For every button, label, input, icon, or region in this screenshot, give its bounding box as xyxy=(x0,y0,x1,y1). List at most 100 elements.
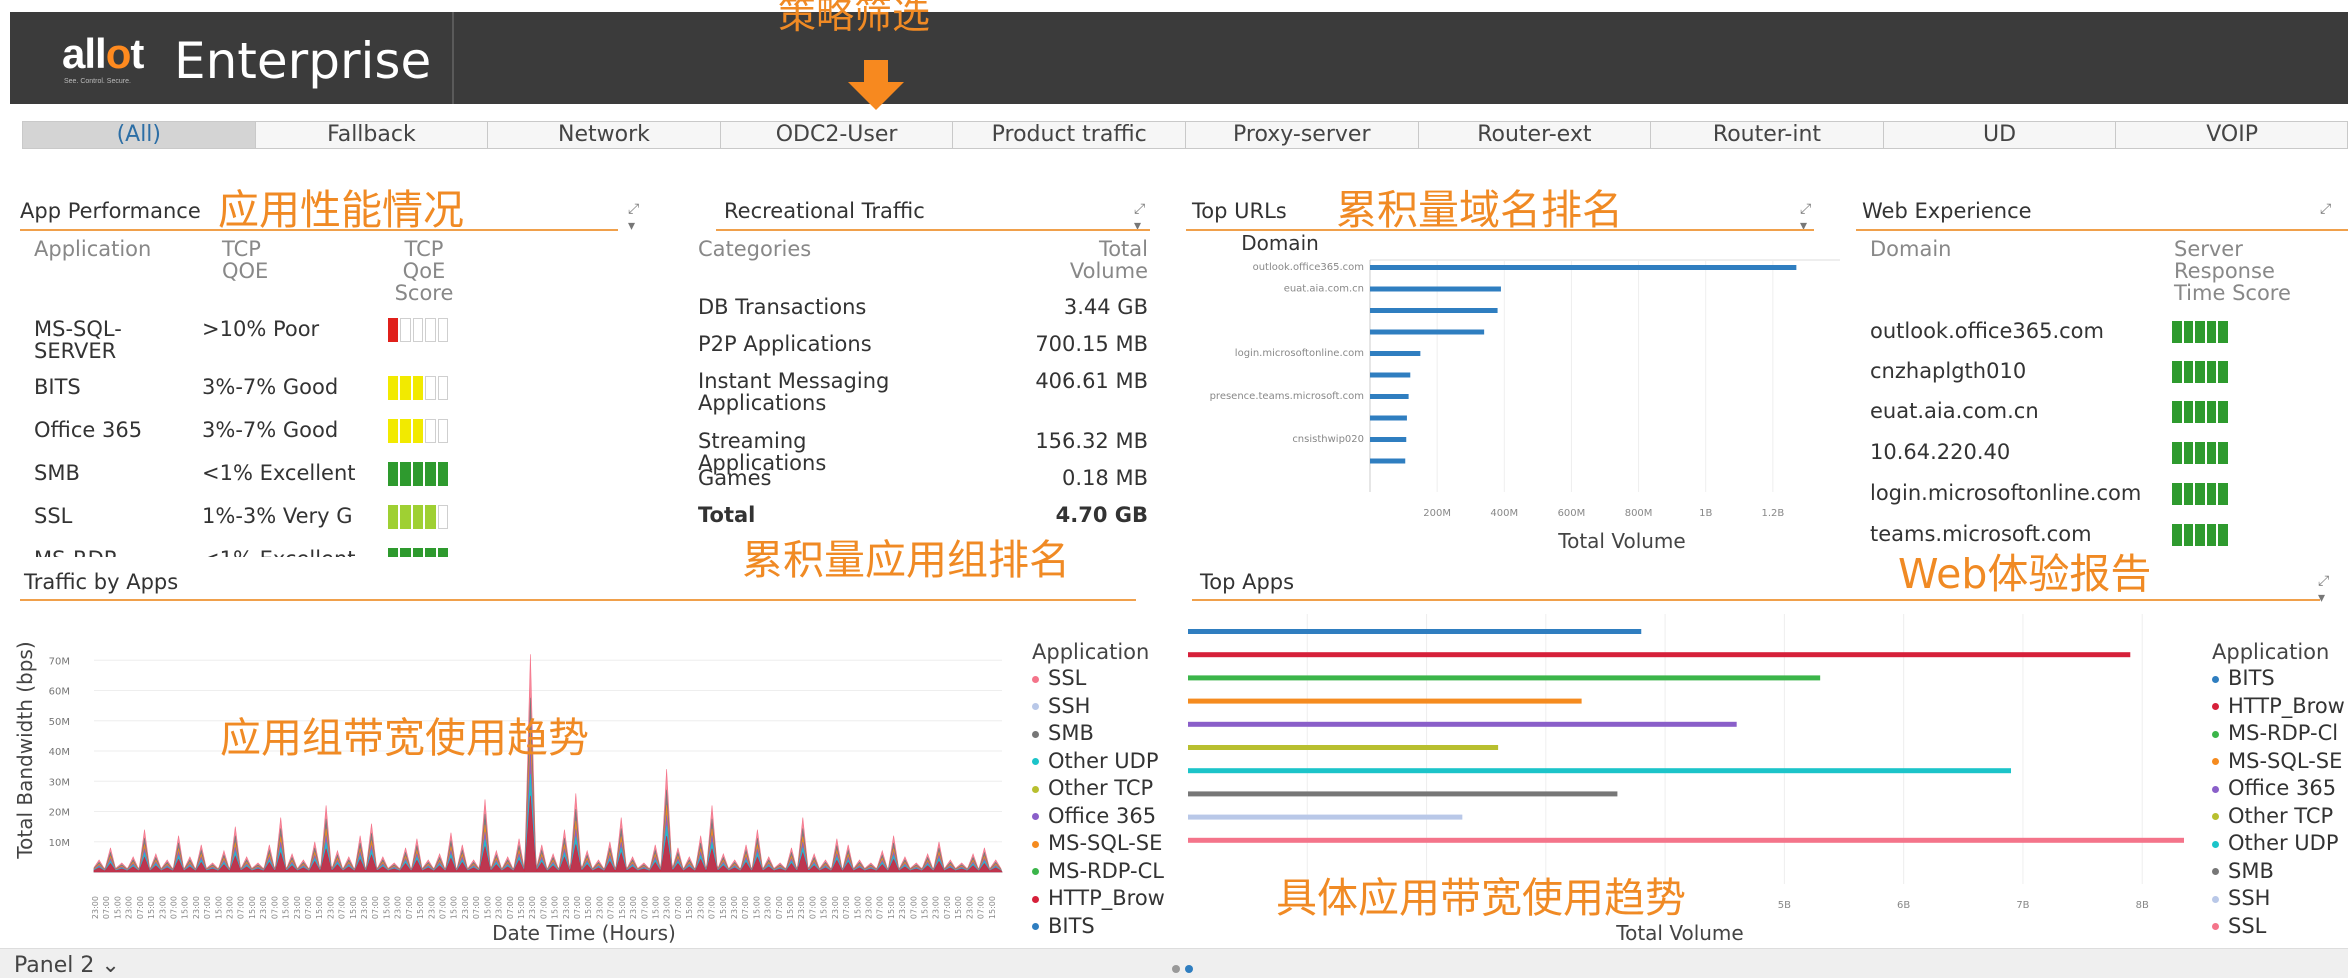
x-tick-label: 23:00 xyxy=(461,896,470,919)
x-tick-label: 07:00 xyxy=(506,896,515,919)
web-domain: cnzhaplgth010 xyxy=(1870,359,2027,383)
legend-item-other-tcp[interactable]: Other TCP xyxy=(1032,776,1174,800)
annotation-web-experience: Web体验报告 xyxy=(1898,550,2152,598)
legend-item-ms-rdp-cl[interactable]: MS-RDP-Cl xyxy=(2212,721,2348,745)
area-series xyxy=(93,773,1003,873)
legend-label: Other UDP xyxy=(1048,748,1159,773)
legend-item-other-udp[interactable]: Other UDP xyxy=(1032,749,1174,773)
x-tick-label: 07:00 xyxy=(169,896,178,919)
x-tick-label: 15:00 xyxy=(147,896,156,919)
legend-label: Office 365 xyxy=(2228,776,2337,800)
page-dot-2[interactable] xyxy=(1185,965,1193,973)
legend-item-other-udp[interactable]: Other UDP xyxy=(2212,831,2348,855)
x-tick-label: 07:00 xyxy=(439,896,448,919)
legend-item-ssl[interactable]: SSL xyxy=(1032,666,1174,690)
legend-item-ms-sql-se[interactable]: MS-SQL-SE xyxy=(2212,749,2348,773)
legend-item-smb[interactable]: SMB xyxy=(2212,859,2348,883)
legend-label: MS-SQL-SE xyxy=(2228,748,2343,773)
app-bar xyxy=(1188,675,1821,681)
legend-item-ssh[interactable]: SSH xyxy=(1032,694,1174,718)
qoe-segment xyxy=(388,548,399,557)
x-tick-label: 23:00 xyxy=(932,896,941,919)
x-tick-label: 15:00 xyxy=(887,896,896,919)
x-tick-label: 15:00 xyxy=(651,896,660,919)
x-tick-label: 07:00 xyxy=(674,896,683,919)
x-tick-label: 23:00 xyxy=(696,896,705,919)
score-segment xyxy=(2172,524,2182,546)
y-tick-label: 40M xyxy=(49,747,70,758)
qoe-segment xyxy=(412,548,424,557)
legend-label: SSH xyxy=(2228,886,2271,910)
x-tick-label: 15:00 xyxy=(248,896,257,919)
legend-item-bits[interactable]: BITS xyxy=(2212,666,2348,690)
legend-item-ms-rdp-cl[interactable]: MS-RDP-CL xyxy=(1032,859,1174,883)
legend-marker xyxy=(1032,840,1039,848)
annotation-app-group-bandwidth: 应用组带宽使用趋势 xyxy=(220,714,589,762)
x-tick-label: 15:00 xyxy=(416,896,425,919)
x-tick-label: 15:00 xyxy=(752,896,761,919)
x-tick-label: 23:00 xyxy=(562,896,571,919)
legend-marker xyxy=(1032,923,1039,930)
score-segment xyxy=(2195,361,2205,383)
x-tick-label: 07:00 xyxy=(741,896,750,919)
legend-item-ms-sql-se[interactable]: MS-SQL-SE xyxy=(1032,831,1174,855)
x-tick-label: 23:00 xyxy=(965,896,974,919)
legend-item-http-brow[interactable]: HTTP_Brow xyxy=(1032,886,1174,910)
legend-label: HTTP_Brow xyxy=(1048,886,1165,910)
app-bar xyxy=(1188,745,1499,750)
x-tick-label: 15:00 xyxy=(382,896,391,919)
x-tick-label: 15:00 xyxy=(349,896,358,919)
x-tick-label: 23:00 xyxy=(764,896,773,919)
score-segment xyxy=(2218,442,2228,464)
legend-item-office-365[interactable]: Office 365 xyxy=(2212,776,2348,800)
legend-label: SSH xyxy=(1048,693,1091,718)
score-segment xyxy=(2172,483,2182,505)
legend-item-ssl[interactable]: SSL xyxy=(2212,914,2348,938)
x-tick-label: 07:00 xyxy=(102,896,111,919)
x-tick-label: 07:00 xyxy=(573,896,582,919)
x-tick-label: 23:00 xyxy=(898,896,907,919)
legend-item-ssh[interactable]: SSH xyxy=(2212,886,2348,910)
score-segment xyxy=(2183,524,2194,546)
y-tick-label: 70M xyxy=(49,656,70,667)
area-series xyxy=(93,752,1003,873)
x-tick-label: 07:00 xyxy=(876,896,885,919)
app-name: MS-RDP xyxy=(34,547,117,571)
panel-selector[interactable]: Panel 2 ⌄ xyxy=(14,953,120,978)
score-segment xyxy=(2183,321,2194,343)
score-segment xyxy=(2172,442,2182,464)
annotation-app-bandwidth-trend: 具体应用带宽使用趋势 xyxy=(1276,874,1686,922)
score-segment xyxy=(2195,442,2205,464)
legend-label: SSL xyxy=(1048,666,1087,690)
page-dot-1[interactable] xyxy=(1172,965,1180,973)
x-tick-label: 15:00 xyxy=(181,896,190,919)
legend-item-smb[interactable]: SMB xyxy=(1032,721,1174,745)
legend-marker xyxy=(2212,895,2219,903)
legend-marker xyxy=(2212,840,2219,848)
legend-item-office-365[interactable]: Office 365 xyxy=(1032,804,1174,828)
legend-label: SMB xyxy=(1048,721,1094,745)
legend-marker xyxy=(2212,868,2219,875)
legend-item-other-tcp[interactable]: Other TCP xyxy=(2212,804,2348,828)
qoe-segment xyxy=(425,548,436,557)
legend-item-bits[interactable]: BITS xyxy=(1032,914,1174,938)
legend-item-http-brow[interactable]: HTTP_Brow xyxy=(2212,694,2348,718)
legend-label: MS-SQL-SE xyxy=(1048,831,1163,855)
x-tick-label: 23:00 xyxy=(293,896,302,919)
x-tick-label: 7B xyxy=(2016,900,2029,911)
x-tick-label: 07:00 xyxy=(237,896,246,919)
x-tick-label: 15:00 xyxy=(584,896,593,919)
web-domain: login.microsoftonline.com xyxy=(1870,481,2142,505)
web-experience-table: outlook.office365.com cnzhaplgth010 euat.a… xyxy=(0,0,2348,550)
page-indicator[interactable] xyxy=(1172,960,1198,978)
x-tick-label: 07:00 xyxy=(943,896,952,919)
x-tick-label: 23:00 xyxy=(394,896,403,919)
x-tick-label: 15:00 xyxy=(618,896,627,919)
x-tick-label: 15:00 xyxy=(853,896,862,919)
x-tick-label: 23:00 xyxy=(427,896,436,919)
score-segment xyxy=(2183,483,2194,505)
app-bar xyxy=(1188,768,2012,774)
x-tick-label: 23:00 xyxy=(259,896,268,919)
legend-title: Application xyxy=(2212,640,2330,664)
x-tick-label: 07:00 xyxy=(405,896,414,919)
